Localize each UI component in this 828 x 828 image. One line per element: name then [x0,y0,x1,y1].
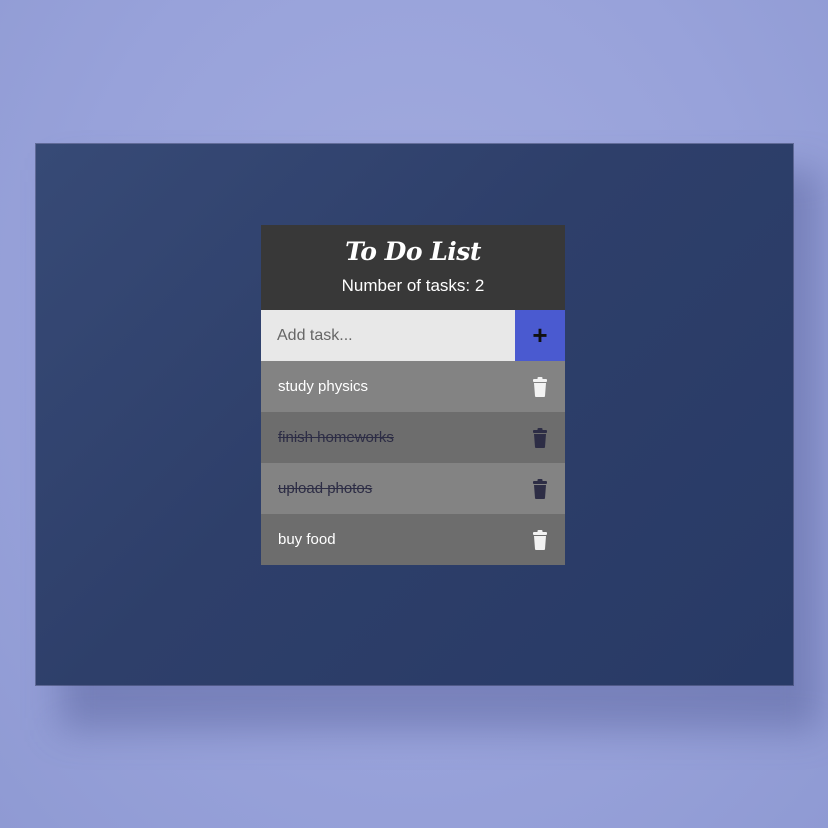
app-title: To Do List [345,237,481,266]
trash-icon[interactable] [531,478,549,499]
add-task-row: + [261,310,565,361]
task-item[interactable]: finish homeworks [261,412,565,463]
todo-app: To Do List Number of tasks: 2 + study ph… [261,225,565,565]
task-item[interactable]: study physics [261,361,565,412]
trash-icon[interactable] [531,427,549,448]
task-text: finish homeworks [278,429,394,446]
task-text: buy food [278,531,336,548]
trash-icon[interactable] [531,376,549,397]
app-header: To Do List Number of tasks: 2 [261,225,565,310]
trash-icon[interactable] [531,529,549,550]
task-list: study physics finish homeworks upload ph… [261,361,565,565]
task-item[interactable]: upload photos [261,463,565,514]
task-text: upload photos [278,480,373,497]
add-task-input[interactable] [261,310,515,361]
add-task-button[interactable]: + [515,310,565,361]
task-text: study physics [278,378,369,395]
task-count: Number of tasks: 2 [341,276,485,295]
task-item[interactable]: buy food [261,514,565,565]
